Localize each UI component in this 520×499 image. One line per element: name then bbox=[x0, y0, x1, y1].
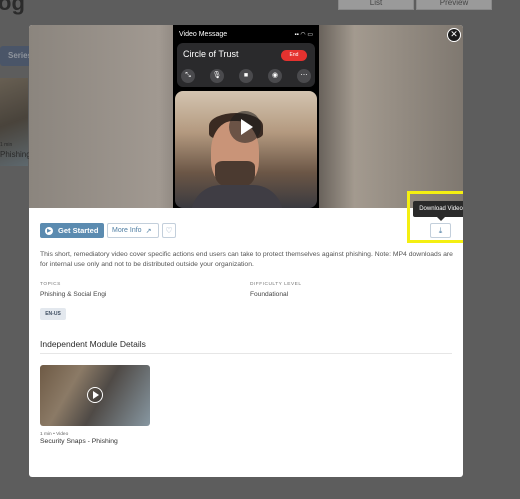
favorite-button[interactable]: ♡ bbox=[162, 223, 176, 238]
section-title: Independent Module Details bbox=[40, 339, 146, 349]
end-call-button: End bbox=[281, 50, 307, 61]
phone-status-icons: ▪▪ ◠ ▭ bbox=[294, 32, 314, 38]
get-started-label: Get Started bbox=[58, 226, 99, 235]
person-shirt bbox=[191, 185, 283, 208]
call-panel: Circle of Trust End ⤡ 🎙 ■ ◉ ⋯ bbox=[177, 43, 315, 87]
collapse-icon: ⤡ bbox=[181, 69, 195, 83]
difficulty-value: Foundational bbox=[250, 291, 289, 298]
get-started-button[interactable]: ▶ Get Started bbox=[40, 223, 104, 238]
microphone-icon: 🎙 bbox=[210, 69, 224, 83]
play-circle-icon bbox=[87, 387, 103, 403]
video-camera-icon: ■ bbox=[239, 69, 253, 83]
module-meta: 1 min • Video bbox=[40, 432, 69, 437]
video-frame bbox=[175, 91, 317, 208]
arrow-right-icon: ▶ bbox=[45, 226, 53, 235]
module-description: This short, remediatory video cover spec… bbox=[40, 251, 453, 268]
close-button[interactable]: ✕ bbox=[447, 28, 461, 42]
download-highlight-box bbox=[407, 191, 463, 243]
camera-icon: ◉ bbox=[268, 69, 282, 83]
phone-screen: Video Message ▪▪ ◠ ▭ Circle of Trust End… bbox=[173, 25, 319, 208]
play-icon bbox=[241, 119, 253, 135]
language-tag: EN-US bbox=[40, 308, 66, 320]
module-title[interactable]: Security Snaps - Phishing bbox=[40, 438, 118, 445]
external-link-icon: ↗ bbox=[145, 227, 152, 235]
more-info-label: More Info bbox=[112, 227, 142, 234]
topics-label: TOPICS bbox=[40, 282, 61, 287]
topics-value: Phishing & Social Engi bbox=[40, 291, 107, 298]
difficulty-label: DIFFICULTY LEVEL bbox=[250, 282, 302, 287]
module-thumbnail[interactable] bbox=[40, 365, 150, 426]
play-triangle bbox=[93, 391, 99, 399]
module-modal: Video Message ▪▪ ◠ ▭ Circle of Trust End… bbox=[29, 25, 463, 477]
more-icon: ⋯ bbox=[297, 69, 311, 83]
heart-icon: ♡ bbox=[165, 226, 173, 235]
call-controls: ⤡ 🎙 ■ ◉ ⋯ bbox=[181, 69, 311, 83]
play-video-button[interactable] bbox=[229, 111, 261, 143]
more-info-button[interactable]: More Info ↗ bbox=[107, 223, 159, 238]
video-preview[interactable]: Video Message ▪▪ ◠ ▭ Circle of Trust End… bbox=[29, 25, 463, 208]
call-title: Circle of Trust bbox=[183, 49, 239, 59]
phone-app-title: Video Message bbox=[179, 31, 228, 38]
section-divider bbox=[40, 353, 452, 354]
